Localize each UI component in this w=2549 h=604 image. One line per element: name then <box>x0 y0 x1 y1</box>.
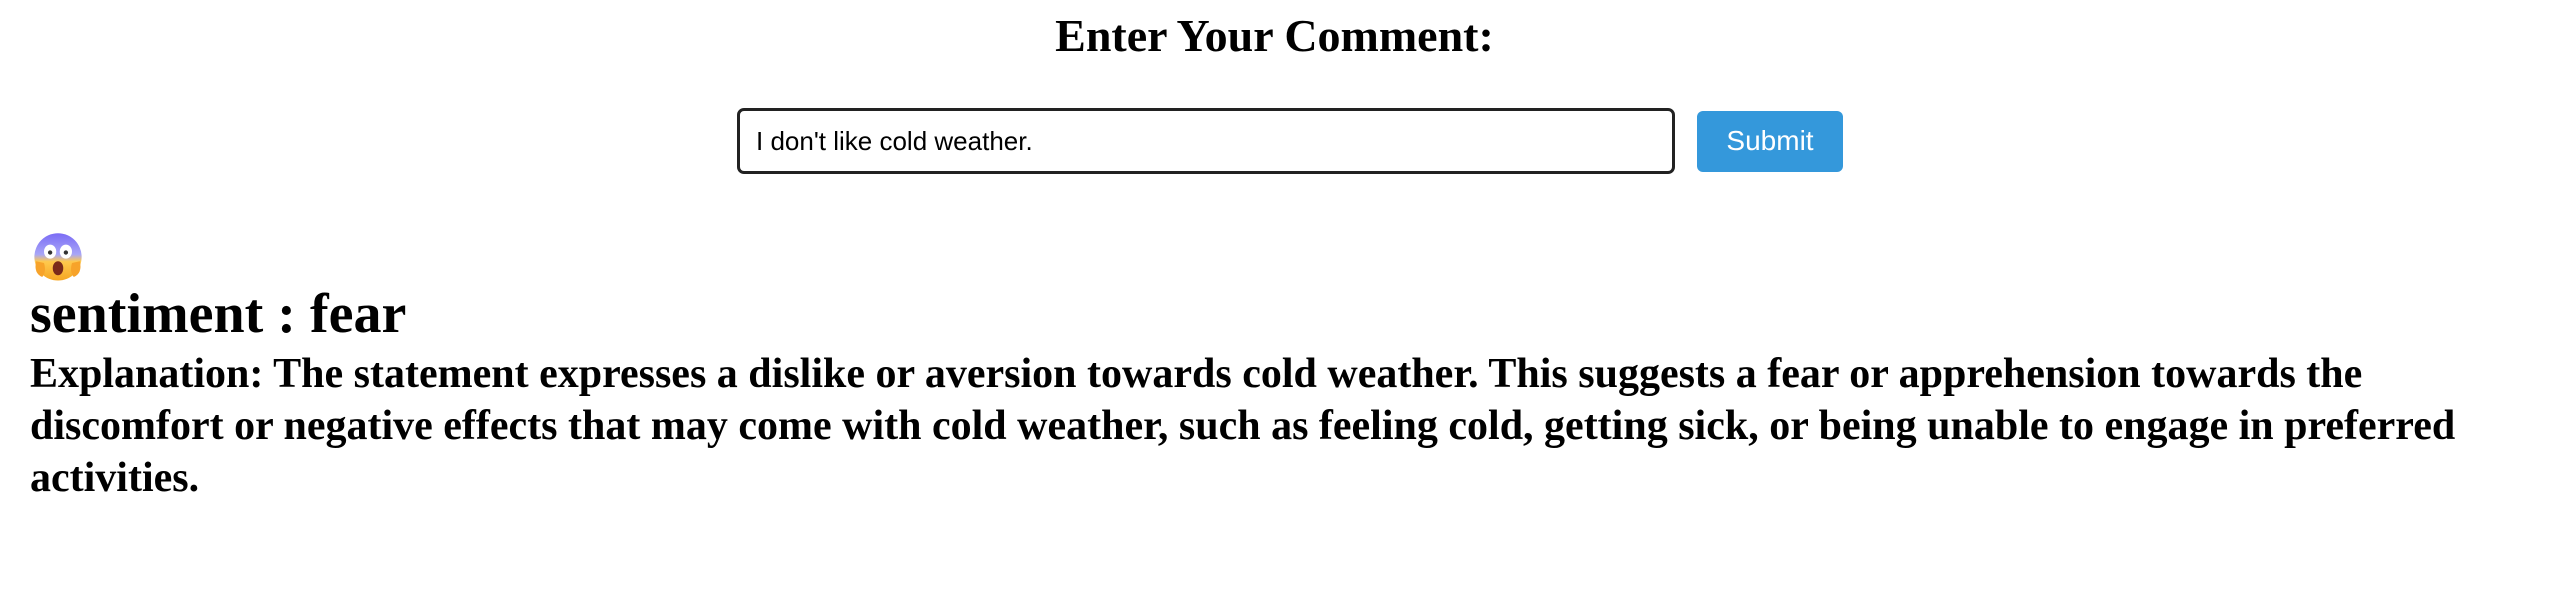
face-screaming-in-fear-icon <box>34 233 82 281</box>
comment-heading: Enter Your Comment: <box>1055 10 1494 61</box>
comment-form: Submit <box>737 108 1843 174</box>
page: Enter Your Comment: Submit sentime <box>0 0 2549 604</box>
explanation-text: Explanation: The statement expresses a d… <box>30 351 2456 501</box>
sentiment-result: sentiment : fear Explanation: The statem… <box>30 228 2540 504</box>
sentiment-label: sentiment : fear <box>30 283 407 345</box>
submit-button[interactable]: Submit <box>1697 110 1843 172</box>
comment-input[interactable] <box>737 108 1675 174</box>
